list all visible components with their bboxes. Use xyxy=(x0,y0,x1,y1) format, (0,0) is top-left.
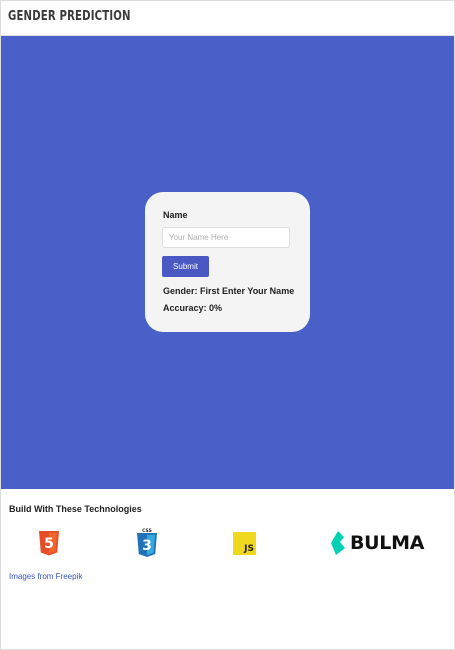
bulma-wordmark: BULMA xyxy=(350,532,425,554)
hero-section: Name Submit Gender: First Enter Your Nam… xyxy=(1,36,454,489)
html5-badge: 5 xyxy=(44,536,54,552)
footer-title: Build With These Technologies xyxy=(9,504,142,514)
navbar: GENDER PREDICTION xyxy=(1,1,454,36)
page-frame: GENDER PREDICTION Name Submit Gender: Fi… xyxy=(0,0,455,650)
bulma-icon xyxy=(331,531,345,555)
javascript-badge: JS xyxy=(244,544,254,554)
css3-badge: 3 xyxy=(142,538,152,554)
prediction-card: Name Submit Gender: First Enter Your Nam… xyxy=(145,192,310,332)
name-input[interactable] xyxy=(162,227,290,248)
accuracy-result: Accuracy: 0% xyxy=(163,303,223,313)
name-label: Name xyxy=(163,210,188,220)
css3-icon: CSS 3 xyxy=(137,528,157,557)
submit-button[interactable]: Submit xyxy=(162,256,209,277)
app-title[interactable]: GENDER PREDICTION xyxy=(8,9,131,24)
gender-result: Gender: First Enter Your Name xyxy=(163,286,295,296)
bulma-logo: BULMA xyxy=(329,531,424,555)
freepik-credit-link[interactable]: Images from Freepik xyxy=(9,572,82,581)
html5-icon: 5 xyxy=(39,531,59,556)
javascript-icon: JS xyxy=(233,532,256,555)
